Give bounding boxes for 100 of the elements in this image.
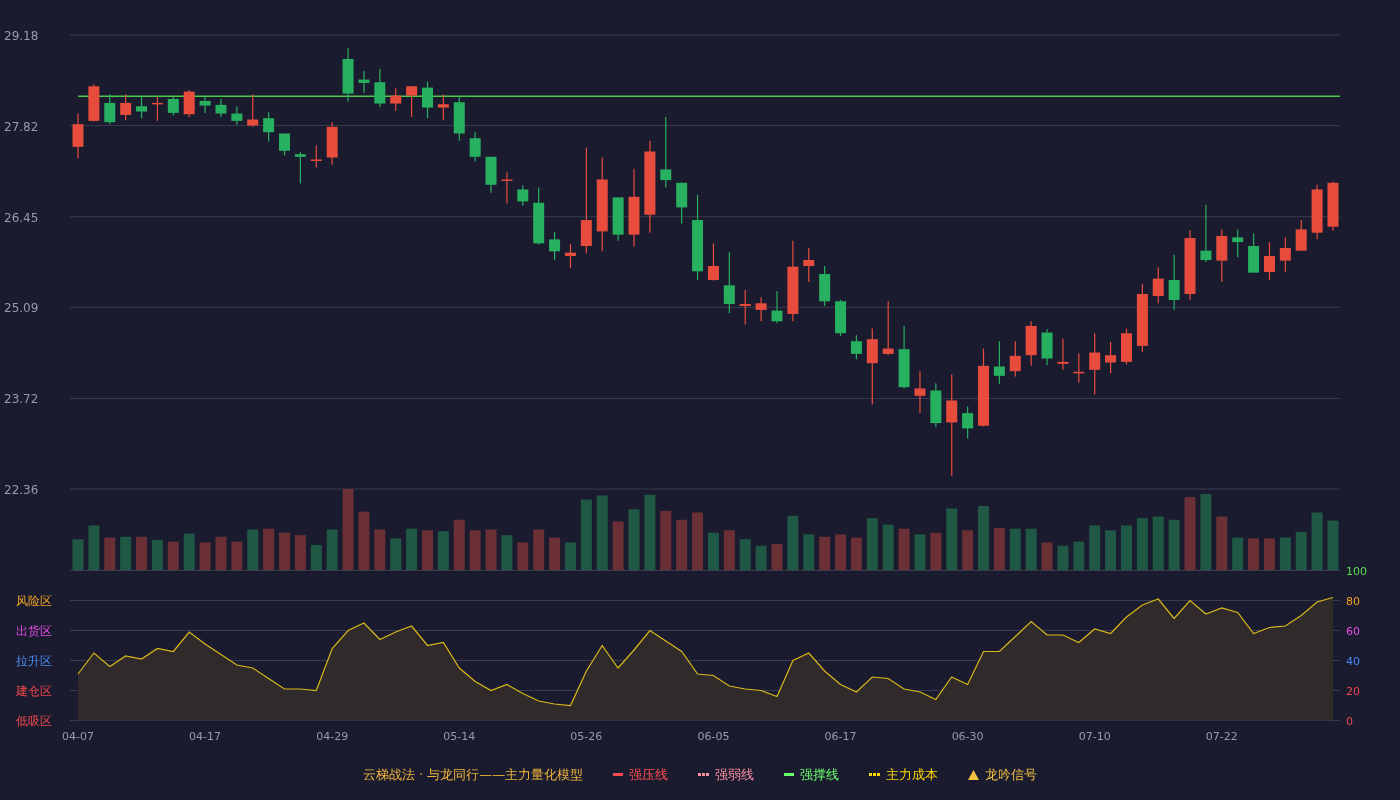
candle (199, 96, 211, 114)
candle (707, 242, 719, 282)
date-label: 06-17 (824, 730, 857, 743)
zone-label: 建仓区 (16, 683, 52, 698)
axis-label: 60 (1346, 624, 1360, 638)
candle (1009, 340, 1021, 378)
candle (151, 96, 163, 122)
legend-label[interactable]: 强压线 (629, 765, 669, 784)
candle (72, 112, 84, 159)
date-label: 05-14 (443, 730, 476, 743)
candle (263, 111, 275, 143)
axis-label: 80 (1346, 594, 1360, 608)
date-label: 06-05 (697, 730, 730, 743)
candle (1105, 341, 1117, 374)
candle (612, 196, 624, 242)
candle (1200, 204, 1212, 263)
date-label: 05-26 (570, 730, 603, 743)
candle (1025, 320, 1037, 367)
candle (422, 81, 433, 119)
axis-label: 0 (1346, 714, 1353, 728)
candle (803, 247, 815, 283)
candle (882, 300, 894, 356)
candle (723, 251, 735, 314)
candle (819, 265, 831, 307)
candle (739, 289, 751, 326)
candle (755, 296, 767, 322)
legend-label[interactable]: 强撑线 (800, 765, 840, 784)
legend-title: 云梯战法 · 与龙同行——主力量化模型 (362, 765, 584, 784)
candle (136, 96, 148, 119)
axis-label: 25.09 (4, 301, 39, 316)
zone-label: 出货区 (16, 623, 52, 638)
date-label: 04-07 (62, 730, 94, 743)
candle (104, 93, 116, 125)
candle (1041, 328, 1053, 366)
candle (1152, 266, 1164, 304)
candle (914, 370, 926, 414)
candle (549, 231, 561, 261)
candle (533, 186, 545, 246)
axis-label: 26.45 (4, 210, 39, 225)
candle (1311, 184, 1323, 240)
candle (1216, 228, 1228, 283)
candle (120, 93, 132, 121)
candle (390, 87, 402, 112)
candle (835, 299, 847, 337)
candle (326, 121, 338, 166)
axis-label: 100 (1346, 564, 1367, 578)
date-label: 07-10 (1078, 730, 1111, 743)
candle (930, 382, 942, 428)
zone-label: 低吸区 (16, 713, 52, 728)
axis-label: 20 (1346, 684, 1360, 698)
candle (850, 334, 862, 360)
axis-label: 27.82 (4, 119, 39, 134)
candle (453, 95, 465, 142)
date-label: 07-22 (1205, 730, 1238, 743)
date-label: 06-30 (951, 730, 984, 743)
candle (962, 405, 974, 439)
candle (771, 290, 783, 324)
candle (1248, 232, 1260, 274)
legend-label[interactable]: 强弱线 (715, 765, 755, 784)
axis-label: 40 (1346, 654, 1360, 668)
candle (1136, 283, 1148, 353)
candle (1327, 180, 1339, 232)
candle (342, 47, 354, 103)
candle (215, 98, 227, 118)
candle (183, 89, 195, 118)
candle (898, 325, 910, 390)
zone-label: 拉升区 (16, 653, 52, 668)
candle (501, 171, 513, 204)
axis-label: 22.36 (4, 483, 39, 497)
candle (231, 105, 243, 126)
candle (1168, 254, 1180, 311)
legend-label[interactable]: 龙吟信号 (985, 765, 1038, 784)
candle (167, 96, 179, 117)
candle (1184, 229, 1196, 301)
candle (1232, 228, 1244, 258)
candle (469, 131, 481, 163)
candle (564, 243, 576, 269)
candle (358, 70, 370, 94)
candle (1295, 219, 1307, 252)
candle (485, 156, 497, 194)
candle (1121, 327, 1132, 366)
zone-label: 风险区 (16, 593, 52, 608)
date-label: 04-29 (316, 730, 349, 743)
date-label: 04-17 (189, 730, 222, 743)
candle (294, 151, 306, 185)
candle (993, 340, 1005, 385)
legend-label[interactable]: 主力成本 (886, 765, 939, 784)
candle (279, 132, 290, 157)
candle (406, 85, 418, 118)
candle (88, 83, 100, 123)
candle (1073, 352, 1085, 384)
candle (310, 144, 322, 169)
candle (1089, 332, 1101, 396)
candle (676, 182, 688, 224)
candle (374, 68, 386, 108)
candle (517, 184, 529, 206)
axis-label: 29.18 (4, 29, 39, 43)
candle (437, 93, 449, 121)
candle (1057, 337, 1069, 371)
candle (247, 93, 259, 128)
